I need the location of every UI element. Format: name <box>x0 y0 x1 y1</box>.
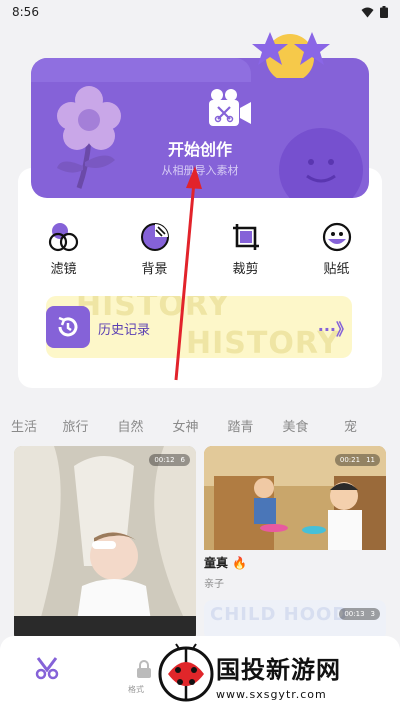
tool-label: 裁剪 <box>232 262 259 277</box>
category-tab[interactable]: 自然 <box>103 416 158 438</box>
watermark-url: www.sxsgytr.com <box>216 688 327 701</box>
history-button[interactable]: HISTORY HISTORY 历史记录 ···》 <box>46 296 352 358</box>
card-caption: 童真 🔥 亲子 <box>204 550 386 590</box>
history-arrow-icon: ···》 <box>317 320 352 339</box>
card-meta: 00:12 6 <box>149 454 190 466</box>
template-card-baby[interactable]: 00:12 6 <box>14 446 196 642</box>
stars-decoration <box>252 32 330 78</box>
status-icons <box>361 6 388 18</box>
smiley-face-decoration <box>279 128 363 198</box>
template-card-childhood[interactable]: CHILD HOOD 00:13 3 <box>204 600 386 640</box>
tool-label: 贴纸 <box>323 262 350 277</box>
tools-row: 滤镜 背景 裁剪 贴纸 <box>18 222 382 282</box>
crop-icon <box>232 224 259 250</box>
duration-label: 00:12 <box>154 456 175 464</box>
card-title: 童真 🔥 <box>204 556 248 570</box>
wifi-icon <box>361 7 374 17</box>
hero-title: 开始创作 <box>167 140 232 159</box>
category-tab[interactable]: 美食 <box>268 416 323 438</box>
hero-subtitle: 从相册导入素材 <box>161 164 239 177</box>
status-time: 8:56 <box>12 5 39 19</box>
tool-background[interactable]: 背景 <box>120 222 190 282</box>
create-tab-icon[interactable] <box>34 656 60 680</box>
background-icon <box>140 223 169 251</box>
history-label: 历史记录 <box>98 323 151 338</box>
template-card-kids[interactable]: 00:21 11 童真 🔥 亲子 <box>204 446 386 590</box>
video-camera-icon <box>209 89 251 126</box>
baby-photo <box>14 446 196 642</box>
tool-sticker[interactable]: 贴纸 <box>302 222 372 282</box>
layers-count: 3 <box>370 610 375 618</box>
card-meta: 00:13 3 <box>339 608 380 620</box>
battery-icon <box>380 6 388 18</box>
category-tab[interactable]: 踏青 <box>213 416 268 438</box>
card-meta: 00:21 11 <box>334 454 380 466</box>
hero-tab <box>31 58 251 82</box>
ladybug-logo <box>158 643 214 702</box>
layers-count: 6 <box>180 456 185 464</box>
category-tab[interactable]: 女神 <box>158 416 213 438</box>
filter-icon <box>48 223 78 252</box>
tool-label: 滤镜 <box>50 262 77 277</box>
history-icon <box>46 306 90 348</box>
card-subtitle: 亲子 <box>204 579 224 590</box>
duration-label: 00:21 <box>339 456 361 464</box>
tool-filter[interactable]: 滤镜 <box>29 222 99 282</box>
tool-crop[interactable]: 裁剪 <box>211 222 281 282</box>
lock-icon[interactable] <box>136 660 152 678</box>
duration-label: 00:13 <box>344 610 365 618</box>
sticker-icon <box>322 222 351 252</box>
nav-label: 格式 <box>128 685 144 694</box>
category-tab[interactable]: 宠 <box>323 416 378 438</box>
category-tabs: 生活 旅行 自然 女神 踏青 美食 宠 <box>0 416 400 438</box>
category-tab[interactable]: 生活 <box>0 416 48 438</box>
layers-count: 11 <box>366 456 375 464</box>
category-tab[interactable]: 旅行 <box>48 416 103 438</box>
status-bar: 8:56 <box>0 0 400 24</box>
childhood-text: CHILD HOOD <box>210 604 349 625</box>
tool-label: 背景 <box>141 262 168 277</box>
watermark-text: 国投新游网 <box>216 656 341 684</box>
fire-icon: 🔥 <box>232 556 248 570</box>
